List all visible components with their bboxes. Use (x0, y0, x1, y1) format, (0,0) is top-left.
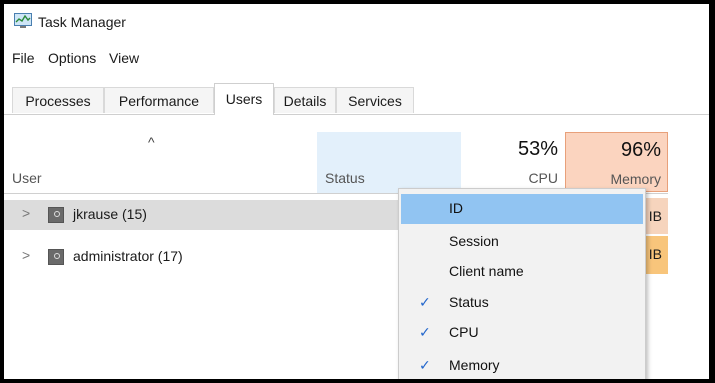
chevron-right-icon[interactable]: > (22, 205, 30, 221)
sort-indicator-icon: ^ (148, 134, 155, 150)
tab-bar: Processes Performance Users Details Serv… (4, 83, 709, 115)
task-manager-window: Task Manager File Options View Processes… (4, 4, 709, 379)
menu-item-label: Status (449, 294, 489, 310)
menu-item-label: Session (449, 233, 499, 249)
menu-item-id[interactable]: ID (401, 194, 643, 224)
menu-item-cpu[interactable]: ✓ CPU (401, 318, 643, 348)
tab-details[interactable]: Details (274, 87, 336, 113)
column-header-user[interactable]: User (12, 170, 42, 186)
menu-item-status[interactable]: ✓ Status (401, 288, 643, 318)
menu-item-label: Client name (449, 263, 524, 279)
user-name: jkrause (15) (73, 206, 147, 222)
menu-item-session[interactable]: Session (401, 227, 643, 257)
tab-services[interactable]: Services (336, 87, 414, 113)
memory-percent: 96% (620, 139, 661, 161)
user-name: administrator (17) (73, 248, 183, 264)
column-header-cpu[interactable]: 53% CPU (461, 132, 564, 193)
status-header-label: Status (325, 170, 365, 186)
menu-view[interactable]: View (109, 50, 139, 66)
cpu-header-label: CPU (528, 170, 558, 186)
cpu-percent: 53% (517, 138, 558, 160)
column-context-menu: ID Session Client name ✓ Status ✓ CPU ✓ … (398, 188, 646, 379)
checkmark-icon: ✓ (419, 294, 431, 310)
menu-item-memory[interactable]: ✓ Memory (401, 351, 643, 379)
checkmark-icon: ✓ (419, 324, 431, 340)
title-bar: Task Manager (4, 4, 709, 40)
menu-options[interactable]: Options (48, 50, 96, 66)
tab-users[interactable]: Users (214, 83, 274, 115)
chevron-right-icon[interactable]: > (22, 247, 30, 263)
task-manager-icon (14, 13, 32, 28)
menu-item-label: ID (449, 200, 463, 216)
menu-item-label: Memory (449, 357, 500, 373)
column-header-memory[interactable]: 96% Memory (565, 132, 668, 192)
memory-value: IB (648, 246, 662, 262)
user-icon (48, 207, 64, 223)
menu-item-client-name[interactable]: Client name (401, 257, 643, 287)
user-icon (48, 249, 64, 265)
memory-value: IB (648, 208, 662, 224)
window-title: Task Manager (38, 14, 126, 30)
menu-item-label: CPU (449, 324, 479, 340)
memory-header-label: Memory (610, 171, 661, 187)
menu-file[interactable]: File (12, 50, 35, 66)
checkmark-icon: ✓ (419, 357, 431, 373)
column-header-status[interactable]: Status (317, 132, 461, 193)
tab-processes[interactable]: Processes (12, 87, 104, 113)
tab-performance[interactable]: Performance (104, 87, 214, 113)
